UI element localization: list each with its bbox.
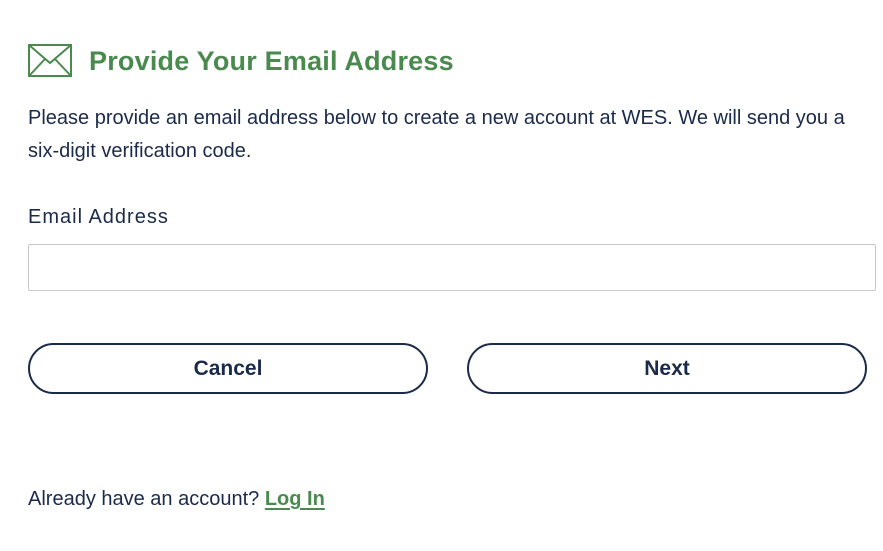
login-prompt-text: Already have an account? [28,488,265,510]
email-field[interactable] [28,244,876,291]
create-account-page: Provide Your Email Address Please provid… [0,0,883,551]
intro-text: Please provide an email address below to… [28,107,845,162]
login-prompt: Already have an account? Log In [28,488,325,511]
envelope-icon [28,44,72,78]
login-link[interactable]: Log In [265,488,325,510]
cancel-button[interactable]: Cancel [28,343,428,394]
email-field-label: Email Address [28,206,169,228]
page-header: Provide Your Email Address [28,44,454,78]
next-button[interactable]: Next [467,343,867,394]
page-title: Provide Your Email Address [89,45,454,76]
